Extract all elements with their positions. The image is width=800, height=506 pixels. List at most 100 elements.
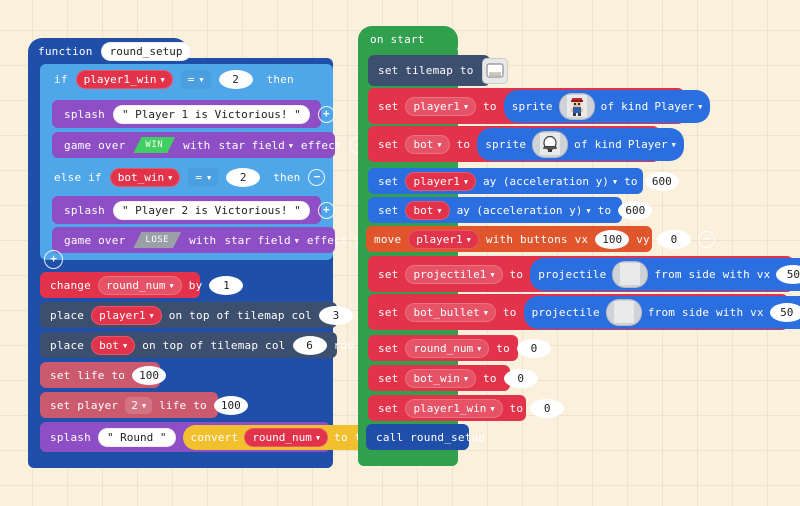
splash-convert-block[interactable]: splash " Round " convert round_num ▼ to … bbox=[40, 422, 414, 452]
splash-block-2[interactable]: splash " Player 2 is Victorious! " + bbox=[52, 196, 335, 224]
if-condition-variable-1[interactable]: player1_win ▼ bbox=[75, 69, 173, 89]
function-keyword-label: function bbox=[38, 44, 93, 58]
projectile-vx-field-1[interactable]: 50 bbox=[776, 264, 800, 284]
if-operator-1[interactable]: = ▼ bbox=[180, 69, 211, 89]
set-sprite-property-block-1[interactable]: set player1 ▼ ay (acceleration y) ▼ to 6… bbox=[368, 168, 679, 194]
if-compare-value-1[interactable]: 2 bbox=[218, 69, 253, 89]
set-var-dropdown-3[interactable]: player1_win ▼ bbox=[405, 398, 503, 418]
set-prop-value-field-1[interactable]: 600 bbox=[644, 171, 679, 191]
set-sprite-block-2[interactable]: set bot ▼ to sprite of kind Player ▼ bbox=[368, 126, 684, 162]
set-sprite-variable-2[interactable]: bot ▼ bbox=[405, 134, 450, 154]
game-over-outcome-1[interactable]: WIN bbox=[133, 137, 175, 153]
player-number-dropdown[interactable]: 2 ▼ bbox=[125, 396, 153, 414]
call-function-block[interactable]: call round_setup bbox=[366, 424, 485, 450]
set-player-life-block[interactable]: set player 2 ▼ life to 100 bbox=[40, 392, 248, 418]
if-condition-row[interactable]: if player1_win ▼ = ▼ 2 then bbox=[40, 64, 294, 94]
convert-variable-dropdown[interactable]: round_num ▼ bbox=[244, 427, 329, 447]
set-prop-value-field-2[interactable]: 600 bbox=[618, 200, 653, 220]
change-value-field[interactable]: 1 bbox=[209, 275, 244, 295]
set-variable-block-bot-win[interactable]: set bot_win ▼ to 0 bbox=[368, 365, 538, 391]
set-var-value-field-3[interactable]: 0 bbox=[530, 398, 565, 418]
minus-icon[interactable]: − bbox=[697, 230, 715, 248]
sprite-property-dropdown-2[interactable]: ay (acceleration y) ▼ bbox=[457, 204, 591, 217]
blocks-workspace-canvas[interactable]: function round_setup if player1_win ▼ = … bbox=[0, 0, 800, 506]
if-add-branch-button[interactable]: + bbox=[44, 248, 66, 270]
game-over-block-1[interactable]: game over WIN with star field ▼ effect − bbox=[52, 132, 367, 158]
chevron-down-icon: ▼ bbox=[490, 270, 495, 279]
game-over-effect-dropdown-2[interactable]: star field ▼ bbox=[224, 234, 298, 247]
set-tilemap-block[interactable]: set tilemap to bbox=[368, 55, 508, 86]
plus-icon[interactable]: + bbox=[317, 201, 335, 219]
place-col-field-1[interactable]: 3 bbox=[318, 305, 353, 325]
blank-image-icon[interactable] bbox=[612, 260, 649, 288]
set-prop-variable-1[interactable]: player1 ▼ bbox=[405, 171, 477, 191]
if-condition-variable-2[interactable]: bot_win ▼ bbox=[109, 167, 181, 187]
player-character-sprite-icon[interactable] bbox=[558, 92, 595, 120]
tilemap-thumbnail-icon[interactable] bbox=[481, 57, 508, 84]
set-sprite-block-1[interactable]: set player1 ▼ to sprite of kind Player ▼ bbox=[368, 88, 711, 124]
projectile-reporter-1[interactable]: projectile from side with vx 50 vy 100 bbox=[530, 257, 800, 291]
then-keyword-label-2: then bbox=[273, 170, 301, 184]
blank-image-icon[interactable] bbox=[605, 298, 642, 326]
on-start-block-header[interactable]: on start bbox=[358, 26, 458, 52]
change-variable-block[interactable]: change round_num ▼ by 1 bbox=[40, 272, 244, 298]
chevron-down-icon: ▼ bbox=[437, 206, 442, 215]
call-function-label: call round_setup bbox=[376, 430, 486, 444]
function-name-field[interactable]: round_setup bbox=[100, 41, 192, 61]
set-projectile-block-2[interactable]: set bot_bullet ▼ to projectile from side… bbox=[368, 294, 800, 330]
plus-icon[interactable]: + bbox=[317, 105, 335, 123]
else-if-condition-row[interactable]: else if bot_win ▼ = ▼ 2 then − bbox=[40, 163, 326, 191]
sprite-kind-dropdown-1[interactable]: Player ▼ bbox=[654, 100, 702, 113]
chevron-down-icon: ▼ bbox=[437, 140, 442, 149]
function-block-header[interactable]: function round_setup bbox=[28, 38, 192, 64]
set-var-dropdown-2[interactable]: bot_win ▼ bbox=[405, 368, 477, 388]
chevron-down-icon: ▼ bbox=[463, 374, 469, 383]
game-over-outcome-2[interactable]: LOSE bbox=[133, 232, 181, 248]
sprite-of-kind-reporter-1[interactable]: sprite of kind Player ▼ bbox=[503, 89, 711, 123]
set-prop-variable-2[interactable]: bot ▼ bbox=[405, 200, 450, 220]
splash-label-2: splash bbox=[64, 203, 105, 217]
set-var-value-field-2[interactable]: 0 bbox=[503, 368, 538, 388]
set-var-value-field-1[interactable]: 0 bbox=[516, 338, 551, 358]
splash-text-field[interactable]: " Round " bbox=[97, 427, 176, 447]
move-variable-dropdown[interactable]: player1 ▼ bbox=[408, 229, 479, 249]
set-sprite-property-block-2[interactable]: set bot ▼ ay (acceleration y) ▼ to 600 bbox=[368, 197, 653, 223]
plus-icon[interactable]: + bbox=[44, 249, 63, 269]
game-over-block-2[interactable]: game over LOSE with star field ▼ effect … bbox=[52, 227, 373, 253]
if-operator-2[interactable]: = ▼ bbox=[188, 167, 219, 187]
place-sprite-dropdown-2[interactable]: bot ▼ bbox=[91, 335, 136, 355]
set-life-value-field[interactable]: 100 bbox=[132, 365, 167, 385]
place-col-field-2[interactable]: 6 bbox=[292, 335, 327, 355]
set-sprite-variable-1[interactable]: player1 ▼ bbox=[405, 96, 477, 116]
change-variable-dropdown[interactable]: round_num ▼ bbox=[97, 275, 182, 295]
place-sprite-block-1[interactable]: place player1 ▼ on top of tilemap col 3 … bbox=[40, 302, 422, 328]
set-var-dropdown-1[interactable]: round_num ▼ bbox=[405, 338, 490, 358]
sprite-kind-dropdown-2[interactable]: Player ▼ bbox=[628, 138, 676, 151]
move-with-buttons-block[interactable]: move player1 ▼ with buttons vx 100 vy 0 … bbox=[366, 226, 715, 252]
projectile-reporter-2[interactable]: projectile from side with vx 50 vy 100 bbox=[523, 295, 800, 329]
game-over-label-2: game over bbox=[64, 233, 126, 247]
set-projectile-variable-1[interactable]: projectile1 ▼ bbox=[405, 264, 503, 284]
move-vx-field[interactable]: 100 bbox=[595, 229, 630, 249]
robot-helmet-sprite-icon[interactable] bbox=[532, 130, 569, 158]
place-sprite-block-2[interactable]: place bot ▼ on top of tilemap col 6 row … bbox=[40, 332, 395, 358]
set-player-life-value-field[interactable]: 100 bbox=[213, 395, 248, 415]
splash-message-field-2[interactable]: " Player 2 is Victorious! " bbox=[112, 200, 310, 220]
splash-block-1[interactable]: splash " Player 1 is Victorious! " + bbox=[52, 100, 335, 128]
splash-message-field-1[interactable]: " Player 1 is Victorious! " bbox=[112, 104, 310, 124]
set-projectile-variable-2[interactable]: bot_bullet ▼ bbox=[405, 302, 496, 322]
minus-icon[interactable]: − bbox=[308, 168, 326, 186]
sprite-property-dropdown-1[interactable]: ay (acceleration y) ▼ bbox=[483, 175, 617, 188]
game-over-effect-dropdown-1[interactable]: star field ▼ bbox=[218, 139, 292, 152]
move-vy-field[interactable]: 0 bbox=[656, 229, 691, 249]
projectile-vx-field-2[interactable]: 50 bbox=[769, 302, 800, 322]
set-projectile-block-1[interactable]: set projectile1 ▼ to projectile from sid… bbox=[368, 256, 800, 292]
place-row-label-2: row bbox=[333, 338, 354, 352]
set-life-block[interactable]: set life to 100 bbox=[40, 362, 167, 388]
place-sprite-dropdown-1[interactable]: player1 ▼ bbox=[91, 305, 162, 325]
set-variable-block-player1-win[interactable]: set player1_win ▼ to 0 bbox=[368, 395, 565, 421]
if-compare-value-2[interactable]: 2 bbox=[226, 167, 261, 187]
sprite-of-kind-reporter-2[interactable]: sprite of kind Player ▼ bbox=[477, 127, 684, 161]
else-if-keyword-label: else if bbox=[54, 170, 102, 184]
set-variable-block-round-num[interactable]: set round_num ▼ to 0 bbox=[368, 335, 551, 361]
